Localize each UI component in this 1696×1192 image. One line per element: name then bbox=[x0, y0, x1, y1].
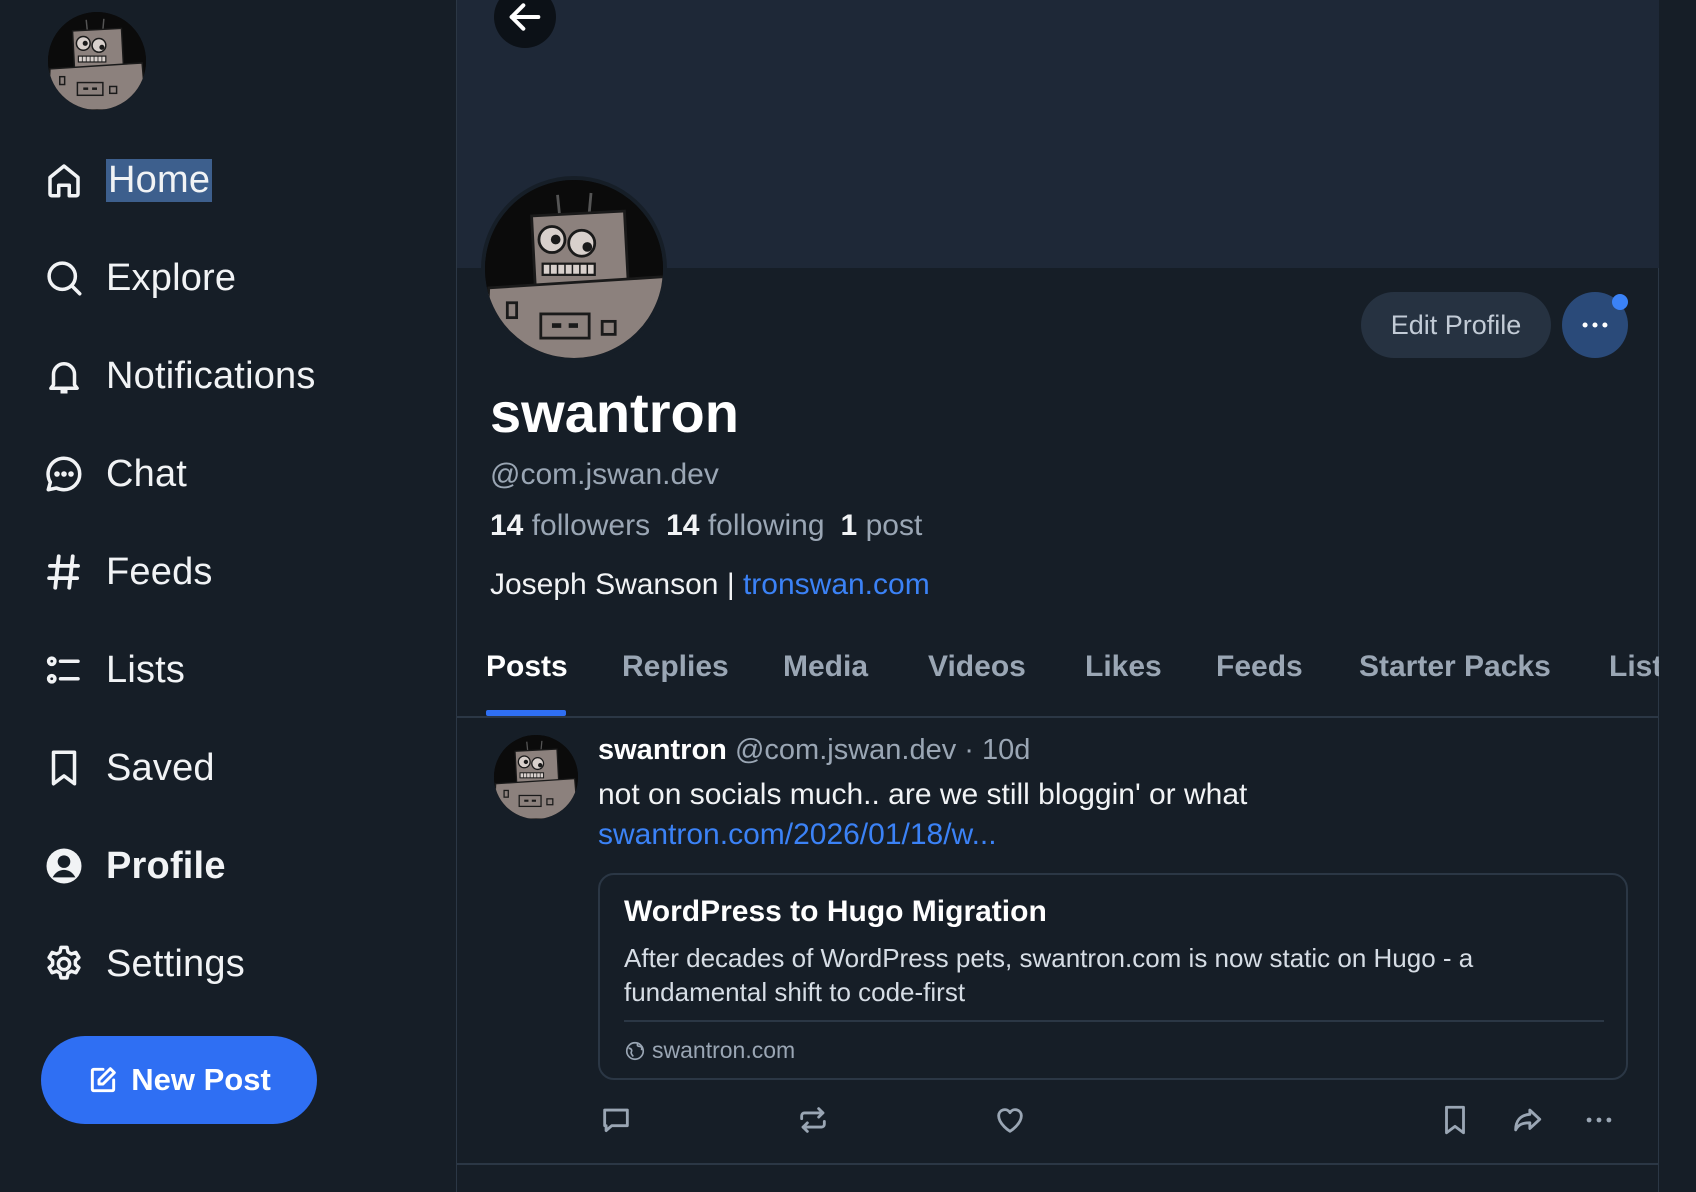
tab-likes[interactable]: Likes bbox=[1085, 650, 1162, 684]
followers-link[interactable]: 14 followers bbox=[490, 509, 650, 542]
sidebar-item-settings[interactable]: Settings bbox=[42, 928, 245, 1000]
card-divider bbox=[624, 1020, 1604, 1022]
sidebar-item-label: Home bbox=[106, 158, 213, 202]
tab-starter-packs[interactable]: Starter Packs bbox=[1359, 650, 1551, 684]
sidebar-item-profile[interactable]: Profile bbox=[42, 830, 226, 902]
bio-text: Joseph Swanson | bbox=[490, 568, 743, 601]
reply-button[interactable] bbox=[596, 1100, 636, 1140]
heart-icon bbox=[997, 1108, 1023, 1133]
like-button[interactable] bbox=[990, 1100, 1030, 1140]
more-horizontal-icon bbox=[1586, 1117, 1612, 1123]
post-meta: @com.jswan.dev · 10d bbox=[726, 734, 1031, 766]
sidebar-item-label: Chat bbox=[106, 452, 188, 495]
sidebar-item-label: Feeds bbox=[106, 550, 213, 593]
sidebar-item-feeds[interactable]: Feeds bbox=[42, 536, 213, 608]
bookmark-icon bbox=[1445, 1105, 1465, 1135]
post-item[interactable]: swantron @com.jswan.dev · 10d not on soc… bbox=[457, 720, 1659, 1165]
home-icon bbox=[42, 158, 86, 202]
reply-icon bbox=[603, 1108, 629, 1133]
tab-media[interactable]: Media bbox=[783, 650, 868, 684]
sidebar-item-lists[interactable]: Lists bbox=[42, 634, 185, 706]
tab-replies[interactable]: Replies bbox=[622, 650, 729, 684]
globe-icon bbox=[625, 1041, 645, 1060]
sidebar-item-label: Explore bbox=[106, 256, 237, 299]
sidebar-item-saved[interactable]: Saved bbox=[42, 732, 215, 804]
post-author-name[interactable]: swantron bbox=[598, 734, 727, 766]
card-description: After decades of WordPress pets, swantro… bbox=[624, 943, 1474, 1007]
tab-videos[interactable]: Videos bbox=[928, 650, 1026, 684]
tab-lists[interactable]: Lists bbox=[1609, 650, 1659, 684]
profile-bio: Joseph Swanson | tronswan.com bbox=[490, 568, 930, 602]
app-window: Home Explore Notifications Chat Feeds Li… bbox=[0, 0, 1696, 1192]
profile-main-column: Edit Profile swantron @com.jswan.dev 14 … bbox=[456, 0, 1659, 1192]
profile-icon bbox=[42, 844, 86, 888]
search-icon bbox=[42, 256, 86, 300]
tab-posts[interactable]: Posts bbox=[486, 650, 568, 684]
profile-display-name: swantron bbox=[490, 381, 739, 444]
list-icon bbox=[42, 648, 86, 692]
more-horizontal-icon bbox=[1582, 322, 1608, 328]
profile-stats: 14 followers 14 following 1 post bbox=[490, 509, 922, 543]
share-icon bbox=[1514, 1108, 1542, 1132]
sidebar-item-label: Notifications bbox=[106, 354, 316, 397]
post-link[interactable]: swantron.com/2026/01/18/w... bbox=[598, 818, 997, 852]
card-domain-text: swantron.com bbox=[652, 1037, 796, 1063]
nav-user-avatar[interactable] bbox=[48, 12, 146, 110]
sidebar-item-label: Profile bbox=[106, 844, 226, 887]
arrow-left-icon bbox=[509, 3, 541, 31]
edit-profile-button[interactable]: Edit Profile bbox=[1361, 292, 1551, 358]
repost-button[interactable] bbox=[793, 1100, 833, 1140]
link-preview-card[interactable]: WordPress to Hugo Migration After decade… bbox=[598, 873, 1628, 1080]
sidebar-item-label: Lists bbox=[106, 648, 186, 691]
bookmark-icon bbox=[42, 746, 86, 790]
compose-icon bbox=[91, 1067, 117, 1093]
new-post-button[interactable]: New Post bbox=[41, 1036, 317, 1124]
followers-count: 14 bbox=[490, 509, 524, 542]
following-count: 14 bbox=[666, 509, 700, 542]
bookmark-button[interactable] bbox=[1435, 1100, 1475, 1140]
tab-feeds[interactable]: Feeds bbox=[1216, 650, 1303, 684]
repost-icon bbox=[800, 1107, 826, 1133]
sidebar-item-home[interactable]: Home bbox=[42, 144, 213, 216]
hash-icon bbox=[42, 550, 86, 594]
sidebar-item-label: Settings bbox=[106, 942, 245, 985]
profile-handle: @com.jswan.dev bbox=[490, 458, 719, 491]
post-author-avatar[interactable] bbox=[494, 735, 578, 819]
posts-count: 1 bbox=[840, 509, 858, 542]
sidebar-item-explore[interactable]: Explore bbox=[42, 242, 236, 314]
posts-count-group: 1 post bbox=[841, 509, 923, 542]
sidebar-item-chat[interactable]: Chat bbox=[42, 438, 187, 510]
followers-label: followers bbox=[531, 509, 651, 542]
active-tab-indicator bbox=[486, 710, 566, 716]
sidebar-item-notifications[interactable]: Notifications bbox=[42, 340, 316, 412]
bell-icon bbox=[42, 354, 86, 398]
card-domain: swantron.com bbox=[624, 1037, 795, 1064]
bio-link[interactable]: tronswan.com bbox=[743, 568, 930, 601]
chat-icon bbox=[42, 452, 86, 496]
profile-tabs: Posts Replies Media Videos Likes Feeds S… bbox=[457, 630, 1659, 718]
gear-icon bbox=[42, 942, 86, 986]
post-text: not on socials much.. are we still blogg… bbox=[598, 778, 1248, 811]
left-sidebar: Home Explore Notifications Chat Feeds Li… bbox=[0, 0, 455, 1192]
sidebar-item-label: Saved bbox=[106, 746, 215, 789]
card-title: WordPress to Hugo Migration bbox=[624, 895, 1047, 928]
post-more-button[interactable] bbox=[1579, 1100, 1619, 1140]
profile-avatar[interactable] bbox=[481, 176, 667, 362]
posts-label: post bbox=[865, 509, 923, 542]
new-post-label: New Post bbox=[131, 1062, 271, 1097]
post-header: swantron @com.jswan.dev · 10d bbox=[598, 734, 1030, 767]
following-label: following bbox=[707, 509, 825, 542]
share-button[interactable] bbox=[1507, 1100, 1547, 1140]
notification-dot bbox=[1612, 294, 1628, 310]
following-link[interactable]: 14 following bbox=[666, 509, 824, 542]
